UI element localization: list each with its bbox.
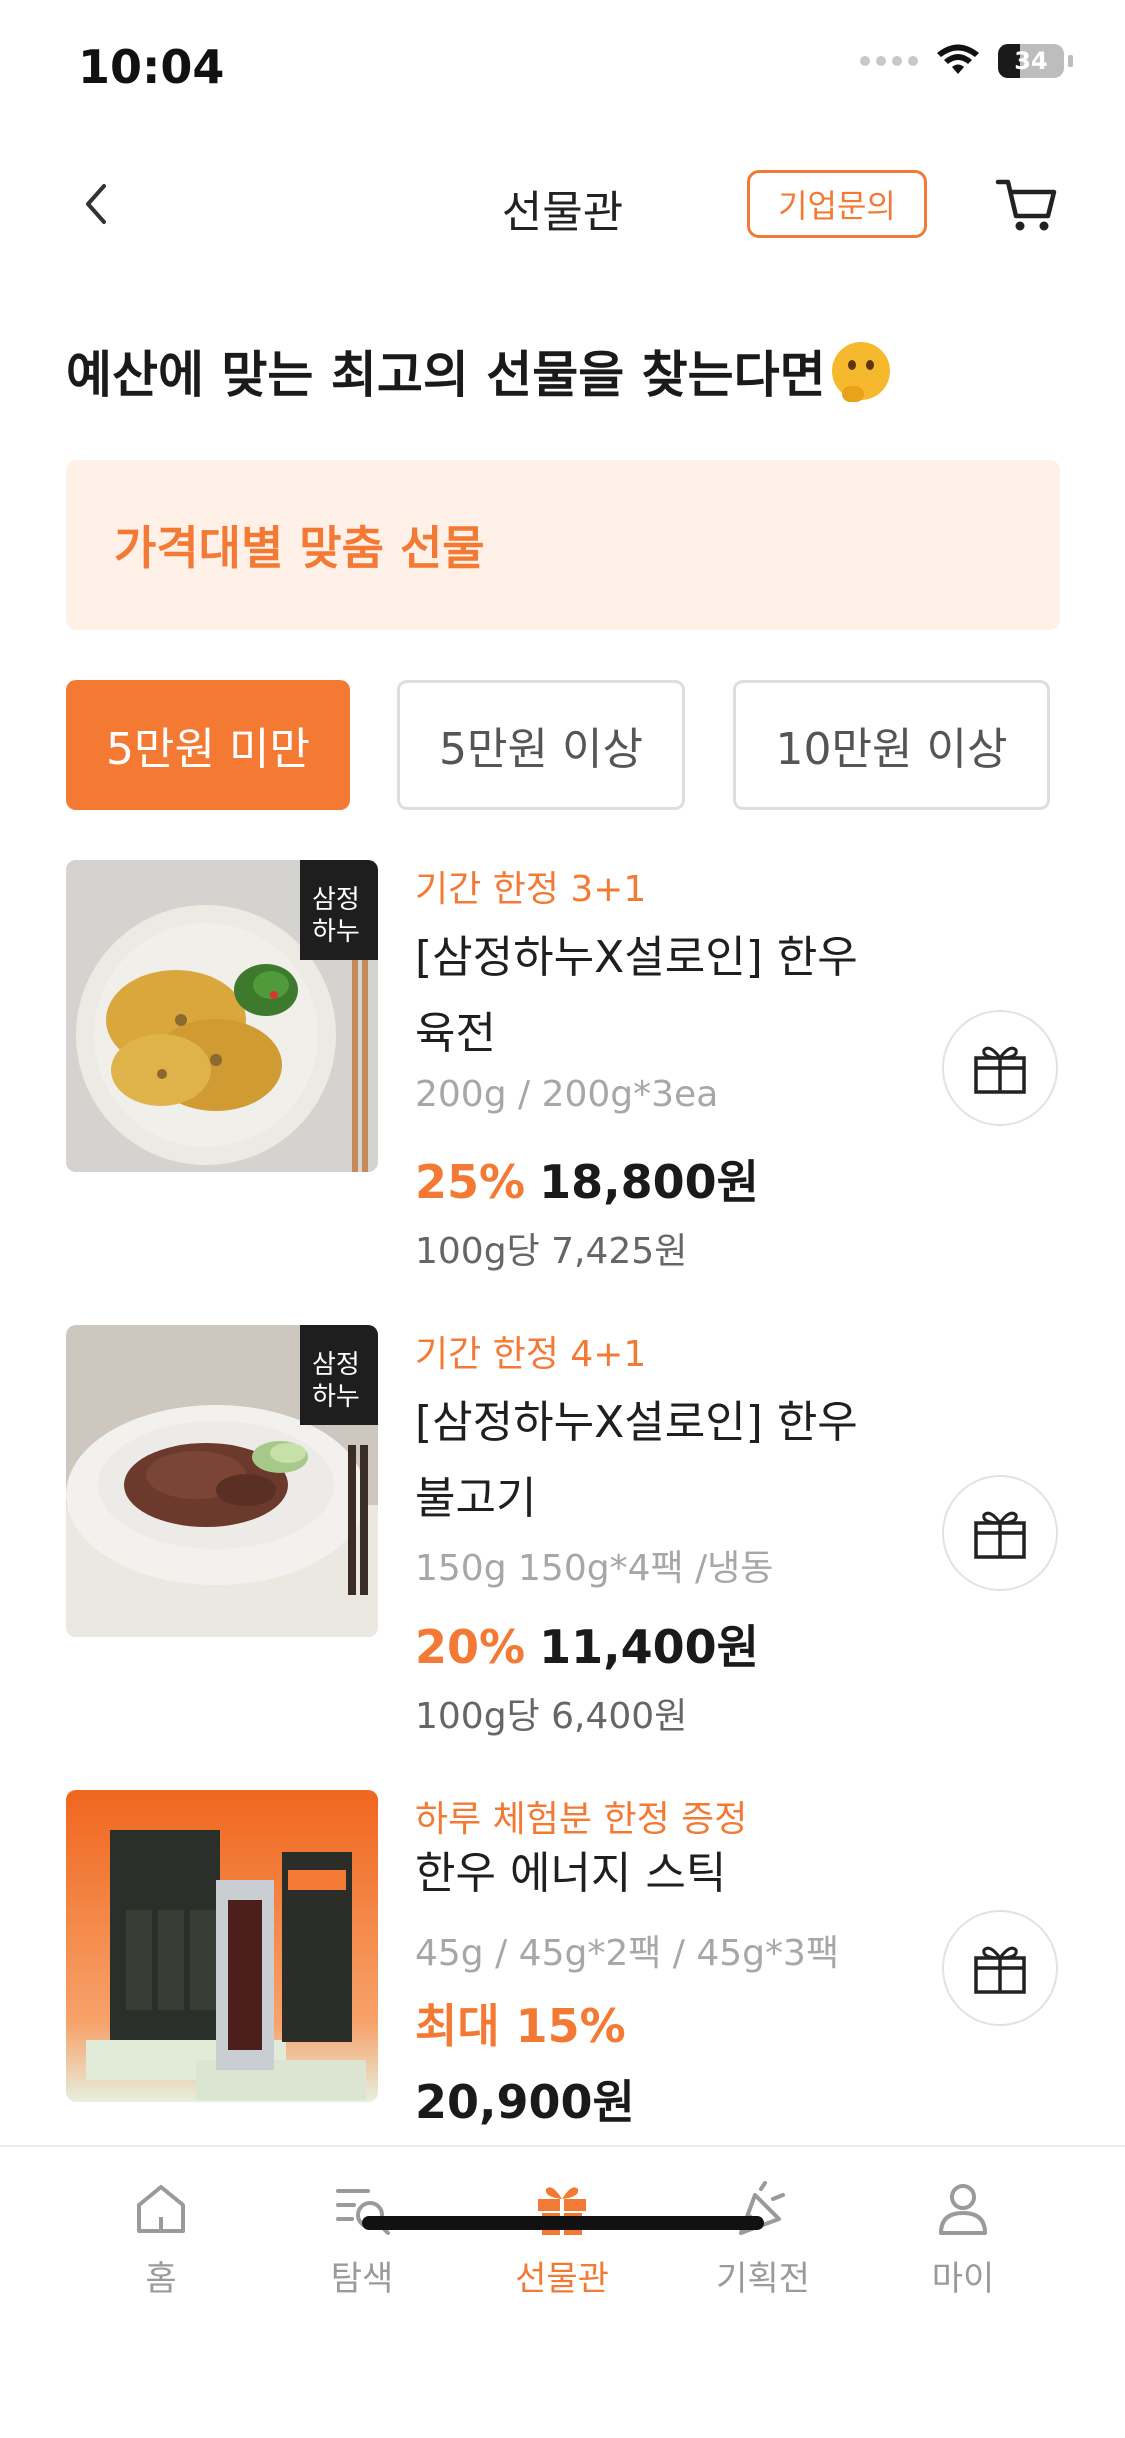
tab-under-50k[interactable]: 5만원 미만 <box>66 680 350 810</box>
unit-price: 100g당 7,425원 <box>415 1231 688 1272</box>
cart-button[interactable] <box>992 170 1062 240</box>
nav-gift-shop[interactable]: 선물관 <box>487 2177 637 2300</box>
product-option: 200g / 200g*3ea <box>415 1074 719 1115</box>
battery-level: 34 <box>1014 47 1048 75</box>
tab-over-50k[interactable]: 5만원 이상 <box>397 680 685 810</box>
cart-icon <box>995 179 1057 231</box>
gift-icon <box>538 2187 586 2235</box>
product-name-line1[interactable]: [삼정하누X설로인] 한우 <box>415 1385 885 1461</box>
product-photo-bulgogi: 삼정 하누 <box>66 1325 378 1637</box>
discount-rate: 25% <box>415 1155 526 1209</box>
promo-label: 기간 한정 3+1 <box>415 869 647 910</box>
cellular-signal-icon <box>860 56 918 66</box>
discount-rate: 최대 15% <box>415 1999 626 2053</box>
nav-gift-shop-label: 선물관 <box>515 2259 609 2299</box>
product-name-line1[interactable]: [삼정하누X설로인] 한우 <box>415 920 885 996</box>
sale-price: 20,900원 <box>415 2075 635 2129</box>
thinking-face-icon <box>831 342 890 402</box>
nav-explore-label: 탐색 <box>330 2259 394 2299</box>
business-inquiry-button[interactable]: 기업문의 <box>747 170 927 238</box>
nav-home[interactable]: 홈 <box>86 2177 236 2300</box>
product-photo-energy-stick <box>66 1790 378 2102</box>
gift-icon <box>974 1511 1026 1559</box>
product-image[interactable]: 삼정 하누 <box>66 860 378 1172</box>
home-icon <box>137 2185 185 2233</box>
nav-exhibition[interactable]: 기획전 <box>688 2177 838 2300</box>
top-header: 선물관 기업문의 <box>0 150 1125 260</box>
promo-label: 하루 체험분 한정 증정 <box>415 1799 748 1840</box>
product-option: 150g 150g*4팩 /냉동 <box>415 1548 774 1589</box>
party-icon <box>739 2181 785 2235</box>
svg-text:삼정: 삼정 <box>312 1350 360 1380</box>
gift-button[interactable] <box>942 1010 1058 1126</box>
sale-price: 18,800원 <box>539 1155 759 1209</box>
nav-exhibition-label: 기획전 <box>716 2259 810 2299</box>
product-option: 45g / 45g*2팩 / 45g*3팩 <box>415 1933 840 1974</box>
promo-label: 기간 한정 4+1 <box>415 1334 647 1375</box>
home-indicator <box>362 2216 764 2230</box>
product-name-line2[interactable]: 불고기 <box>415 1461 885 1537</box>
svg-text:삼정: 삼정 <box>312 885 360 915</box>
battery-cap <box>1068 55 1073 67</box>
price-row: 25% 18,800원 <box>415 1146 759 1212</box>
unit-price: 100g당 6,400원 <box>415 1696 688 1737</box>
nav-explore[interactable]: 탐색 <box>287 2177 437 2300</box>
bottom-navigation: 홈 탐색 선물관 기획전 마이 <box>0 2145 1125 2438</box>
product-image[interactable]: 삼정 하누 <box>66 1325 378 1637</box>
wifi-icon <box>937 44 979 74</box>
status-icons: 34 <box>860 44 1073 78</box>
section-heading: 예산에 맞는 최고의 선물을 찾는다면 <box>66 335 890 407</box>
person-icon <box>939 2184 987 2235</box>
price-range-banner: 가격대별 맞춤 선물 <box>66 460 1060 630</box>
tab-over-100k[interactable]: 10만원 이상 <box>733 680 1050 810</box>
section-heading-text: 예산에 맞는 최고의 선물을 찾는다면 <box>66 346 826 404</box>
product-image[interactable] <box>66 1790 378 2102</box>
gift-icon <box>974 1046 1026 1094</box>
nav-home-label: 홈 <box>145 2259 177 2299</box>
product-photo-yukjeon: 삼정 하누 <box>66 860 378 1172</box>
svg-text:하누: 하누 <box>312 917 360 947</box>
product-name[interactable]: 한우 에너지 스틱 <box>415 1836 885 1912</box>
nav-my[interactable]: 마이 <box>888 2177 1038 2300</box>
gift-button[interactable] <box>942 1910 1058 2026</box>
product-name-line2[interactable]: 육전 <box>415 996 885 1072</box>
nav-my-label: 마이 <box>931 2259 995 2299</box>
battery-icon: 34 <box>998 44 1064 78</box>
banner-label: 가격대별 맞춤 선물 <box>114 521 485 575</box>
gift-button[interactable] <box>942 1475 1058 1591</box>
search-list-icon <box>336 2189 390 2235</box>
page-title: 선물관 <box>501 187 624 238</box>
status-bar: 10:04 34 <box>0 0 1125 140</box>
status-time: 10:04 <box>78 40 225 94</box>
sale-price: 11,400원 <box>539 1620 759 1674</box>
discount-rate: 20% <box>415 1620 526 1674</box>
price-row: 20% 11,400원 <box>415 1611 759 1677</box>
gift-icon <box>974 1946 1026 1994</box>
svg-text:하누: 하누 <box>312 1382 360 1412</box>
